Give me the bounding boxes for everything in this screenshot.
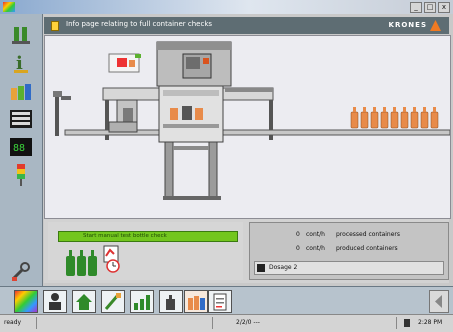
color-palette-icon[interactable] — [14, 290, 38, 313]
status-separator — [36, 317, 37, 329]
bottom-panel: Start manual test bottle check 0 cont/h … — [44, 219, 449, 283]
info-icon[interactable]: i — [8, 52, 34, 74]
clock: 2:28 PM — [418, 319, 443, 326]
status-bar: ready 2/2/0 --- 2:28 PM — [0, 314, 453, 332]
paint-icon[interactable] — [101, 290, 125, 313]
test-timer-icon — [103, 245, 120, 273]
manual-check-panel: Start manual test bottle check — [48, 222, 243, 280]
hand-icon[interactable] — [159, 290, 183, 313]
status-counter: 2/2/0 --- — [236, 319, 260, 326]
signal-light-icon[interactable] — [8, 164, 34, 186]
status-text: ready — [4, 319, 22, 326]
bottom-toolbar — [0, 286, 453, 314]
title-bar: _ □ x — [0, 0, 453, 14]
close-button[interactable]: x — [438, 2, 450, 13]
bottle-row — [350, 107, 439, 129]
produced-label: produced containers — [336, 245, 398, 252]
machine-illustration — [53, 41, 450, 200]
status-separator — [212, 317, 213, 329]
left-toolbar: i 88 — [0, 14, 43, 286]
maximize-button[interactable]: □ — [424, 2, 436, 13]
document-icon[interactable] — [208, 290, 232, 313]
bottles-icon[interactable] — [8, 80, 34, 102]
minimize-button[interactable]: _ — [410, 2, 422, 13]
processed-label: processed containers — [336, 231, 401, 238]
produced-count: 0 — [296, 245, 300, 252]
counter-panel: 0 cont/h processed containers 0 cont/h p… — [249, 222, 449, 280]
message-text: Dosage 2 — [269, 264, 298, 271]
start-check-label: Start manual test bottle check — [83, 233, 167, 239]
page-title: Info page relating to full container che… — [66, 20, 213, 28]
processed-count: 0 — [296, 231, 300, 238]
page-header: Info page relating to full container che… — [44, 17, 449, 34]
digital-display-icon[interactable]: 88 — [8, 136, 34, 158]
home-icon[interactable] — [72, 290, 96, 313]
back-arrow-button[interactable] — [429, 290, 449, 313]
processed-unit: cont/h — [306, 231, 325, 238]
app-logo-icon — [3, 2, 15, 12]
machine-icon[interactable] — [8, 24, 34, 46]
pin-icon — [51, 21, 59, 31]
start-check-button[interactable]: Start manual test bottle check — [58, 231, 238, 242]
machine-diagram — [44, 35, 451, 219]
chart-icon[interactable] — [130, 290, 154, 313]
svg-text:88: 88 — [13, 143, 25, 154]
green-bottles-icon — [66, 250, 97, 276]
message-marker-icon — [257, 264, 265, 272]
lock-icon — [404, 319, 410, 327]
brand-logo-icon — [430, 20, 441, 31]
operator-icon[interactable] — [43, 290, 67, 313]
application-window: _ □ x i 88 Info page relating to full co… — [0, 0, 453, 332]
brand-name: KRONES — [388, 21, 427, 29]
status-separator — [396, 317, 397, 329]
message-row[interactable]: Dosage 2 — [254, 261, 444, 275]
window-controls: _ □ x — [410, 2, 450, 13]
produced-unit: cont/h — [306, 245, 325, 252]
wrench-icon[interactable] — [8, 260, 34, 282]
bottles-pack-icon[interactable] — [184, 290, 208, 313]
counters-icon[interactable] — [8, 108, 34, 130]
